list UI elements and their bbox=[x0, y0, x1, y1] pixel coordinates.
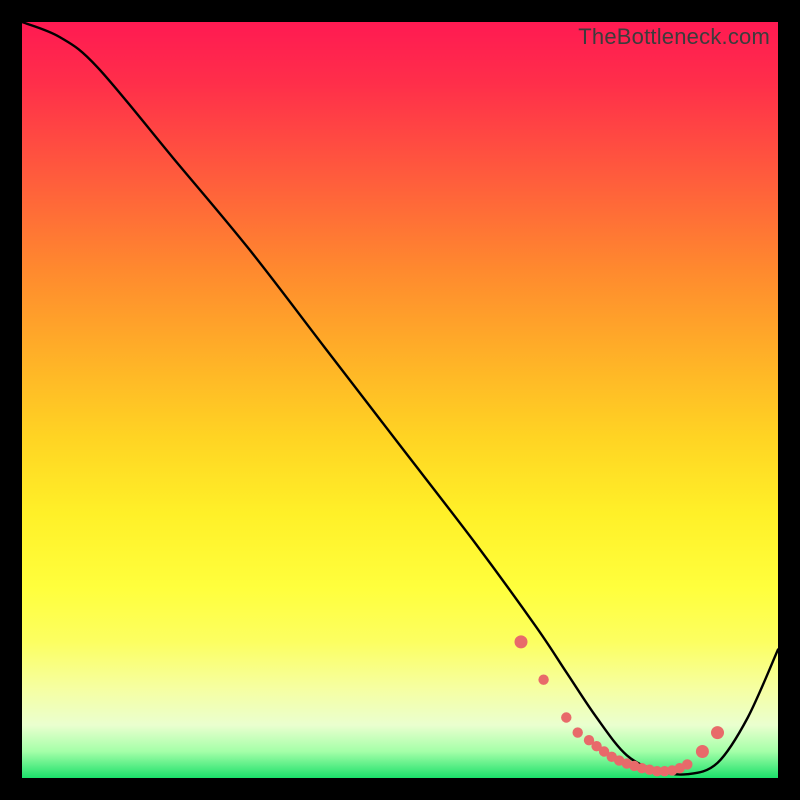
highlight-markers bbox=[515, 635, 725, 776]
marker-point bbox=[711, 726, 724, 739]
marker-point bbox=[538, 675, 548, 685]
marker-point bbox=[515, 635, 528, 648]
outer-frame: TheBottleneck.com bbox=[0, 0, 800, 800]
watermark-text: TheBottleneck.com bbox=[578, 24, 770, 50]
marker-point bbox=[561, 712, 571, 722]
marker-point bbox=[696, 745, 709, 758]
marker-point bbox=[573, 727, 583, 737]
plot-area: TheBottleneck.com bbox=[22, 22, 778, 778]
bottleneck-curve bbox=[22, 22, 778, 775]
marker-point bbox=[682, 759, 692, 769]
curve-layer bbox=[22, 22, 778, 778]
